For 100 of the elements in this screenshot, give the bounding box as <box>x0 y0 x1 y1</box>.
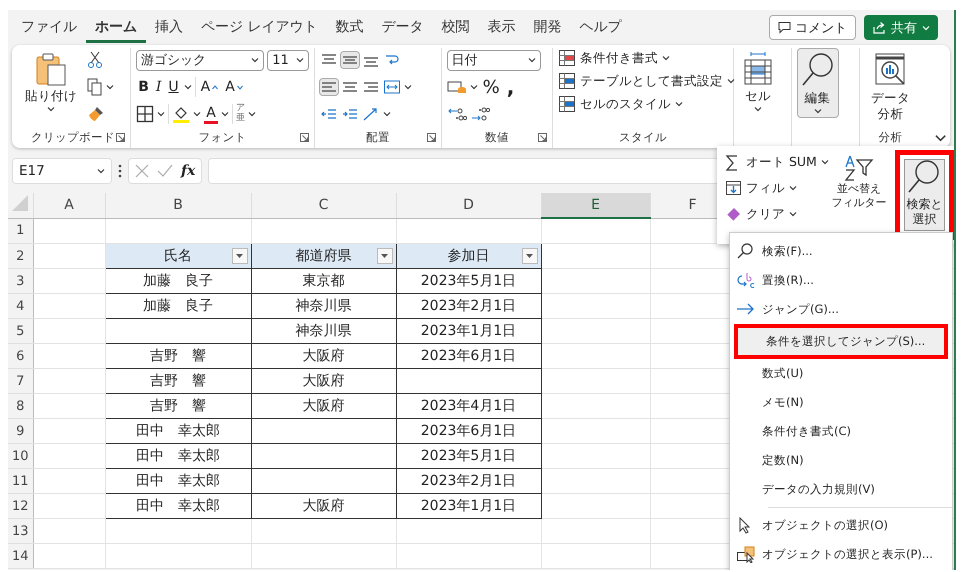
ribbon-tab[interactable]: ページ レイアウト <box>192 12 326 43</box>
comma-style-button[interactable]: , <box>504 74 516 100</box>
row-header[interactable]: 10 <box>8 444 33 468</box>
menu-item[interactable]: 置換(R)... <box>730 266 952 295</box>
column-header[interactable]: E <box>541 193 650 218</box>
merge-center-icon[interactable] <box>383 79 402 95</box>
row-header[interactable]: 4 <box>8 294 33 318</box>
row-header[interactable]: 9 <box>8 418 33 444</box>
filter-button[interactable] <box>522 248 538 264</box>
chevron-down-icon <box>97 168 105 174</box>
ribbon-tab[interactable]: 校閲 <box>432 12 478 43</box>
bold-button[interactable]: B <box>136 78 151 96</box>
paintbrush-icon[interactable] <box>87 105 105 123</box>
caret-up-icon <box>212 84 218 90</box>
paste-button[interactable]: 貼り付け <box>21 48 81 116</box>
underline-button[interactable]: U <box>166 78 181 96</box>
italic-button[interactable]: I <box>154 78 164 96</box>
column-header[interactable]: B <box>105 193 251 218</box>
style-menu-button[interactable]: 条件付き書式 <box>558 48 736 68</box>
caret-down-icon <box>381 254 388 258</box>
collapse-ribbon-icon[interactable] <box>934 134 946 142</box>
decrease-decimal-icon[interactable] <box>470 106 490 122</box>
style-menu-button[interactable]: テーブルとして書式設定 <box>558 71 736 91</box>
ribbon-tab[interactable]: 開発 <box>524 12 570 43</box>
comment-button[interactable]: コメント <box>769 15 856 40</box>
font-color-button[interactable]: A <box>204 104 218 124</box>
menu-item[interactable]: 検索(F)... <box>730 237 952 266</box>
chevron-down-icon <box>820 159 829 165</box>
table-cell: 大阪府 <box>251 368 396 394</box>
decrease-font-size-button[interactable]: A <box>223 78 245 96</box>
row-header[interactable]: 2 <box>8 244 33 268</box>
menu-item[interactable]: オブジェクトの選択と表示(P)... <box>730 540 952 569</box>
phonetic-guide-button[interactable]: ア亜 <box>236 104 245 124</box>
cells-button[interactable]: セル <box>739 48 778 116</box>
chevron-down-icon <box>220 111 229 117</box>
number-format-dropdown[interactable]: 日付 <box>446 50 541 70</box>
more-options-icon[interactable] <box>118 164 122 178</box>
chevron-down-icon <box>922 24 930 30</box>
row-header[interactable]: 8 <box>8 394 33 418</box>
column-header[interactable]: C <box>251 193 396 218</box>
menu-item[interactable]: データの入力規則(V) <box>730 475 952 504</box>
row-header[interactable]: 14 <box>8 544 33 568</box>
align-left-icon[interactable] <box>320 79 338 95</box>
row-header[interactable]: 13 <box>8 518 33 544</box>
ribbon-tab[interactable]: ヘルプ <box>570 12 630 43</box>
ribbon-tab[interactable]: 挿入 <box>146 12 192 43</box>
row-header[interactable]: 1 <box>8 218 33 244</box>
menu-item[interactable]: 条件を選択してジャンプ(S)... <box>734 324 948 359</box>
ribbon-tab[interactable]: 数式 <box>326 12 372 43</box>
group-label: 分析 <box>878 130 903 144</box>
data-analysis-button[interactable]: データ分析 <box>865 48 916 126</box>
insert-function-button[interactable]: fx <box>181 163 196 179</box>
row-header[interactable]: 5 <box>8 318 33 344</box>
find-select-button[interactable]: 検索と選択 <box>894 150 954 240</box>
caret-down-icon <box>236 254 243 258</box>
column-header[interactable]: A <box>33 193 105 218</box>
increase-decimal-icon[interactable] <box>446 106 467 122</box>
chevron-down-icon <box>184 84 192 90</box>
font-name-dropdown[interactable]: 游ゴシック <box>136 50 264 70</box>
table-cell: 2023年4月1日 <box>396 394 541 418</box>
dialog-launcher-icon[interactable] <box>426 132 436 142</box>
row-header[interactable]: 7 <box>8 368 33 394</box>
menu-item[interactable]: 定数(N) <box>730 446 952 475</box>
ribbon-tab[interactable]: 表示 <box>478 12 524 43</box>
menu-item[interactable]: 数式(U) <box>730 359 952 388</box>
style-menu-button[interactable]: セルのスタイル <box>558 94 736 114</box>
column-heading: 氏名 <box>164 247 192 265</box>
dialog-launcher-icon[interactable] <box>538 132 548 142</box>
row-header[interactable]: 6 <box>8 344 33 368</box>
align-middle-icon[interactable] <box>341 52 360 68</box>
menu-item[interactable]: 条件付き書式(C) <box>730 417 952 446</box>
percent-button[interactable]: % <box>480 76 502 98</box>
filter-button[interactable] <box>232 248 248 264</box>
column-heading: 参加日 <box>448 247 490 265</box>
fill-color-icon[interactable] <box>172 105 190 123</box>
increase-font-size-button[interactable]: A <box>198 78 220 96</box>
menu-item[interactable]: メモ(N) <box>730 388 952 417</box>
table-insert-icon <box>743 52 774 86</box>
check-icon[interactable] <box>157 164 173 178</box>
name-box[interactable]: E17 <box>12 158 112 184</box>
share-button[interactable]: 共有 <box>864 15 938 40</box>
font-size-dropdown[interactable]: 11 <box>267 50 310 70</box>
table-cell: 吉野 響 <box>105 368 251 394</box>
scissors-icon[interactable] <box>87 51 103 69</box>
dialog-launcher-icon[interactable] <box>300 132 310 142</box>
table-cell: 吉野 響 <box>105 344 251 368</box>
editing-button[interactable]: 編集 <box>796 48 839 118</box>
menu-item[interactable]: ジャンプ(G)... <box>730 295 952 324</box>
menu-item[interactable]: オブジェクトの選択(O) <box>730 511 952 540</box>
ribbon-tab[interactable]: データ <box>372 12 432 43</box>
dialog-launcher-icon[interactable] <box>116 132 126 142</box>
borders-icon[interactable] <box>136 105 154 123</box>
column-header[interactable]: D <box>396 193 541 218</box>
ribbon-tab[interactable]: ファイル <box>12 12 86 43</box>
copy-icon[interactable] <box>87 78 103 96</box>
filter-button[interactable] <box>376 248 392 264</box>
row-header[interactable]: 11 <box>8 468 33 494</box>
row-header[interactable]: 12 <box>8 494 33 518</box>
row-header[interactable]: 3 <box>8 268 33 294</box>
editing-menu-button[interactable]: オート SUM <box>725 150 829 174</box>
